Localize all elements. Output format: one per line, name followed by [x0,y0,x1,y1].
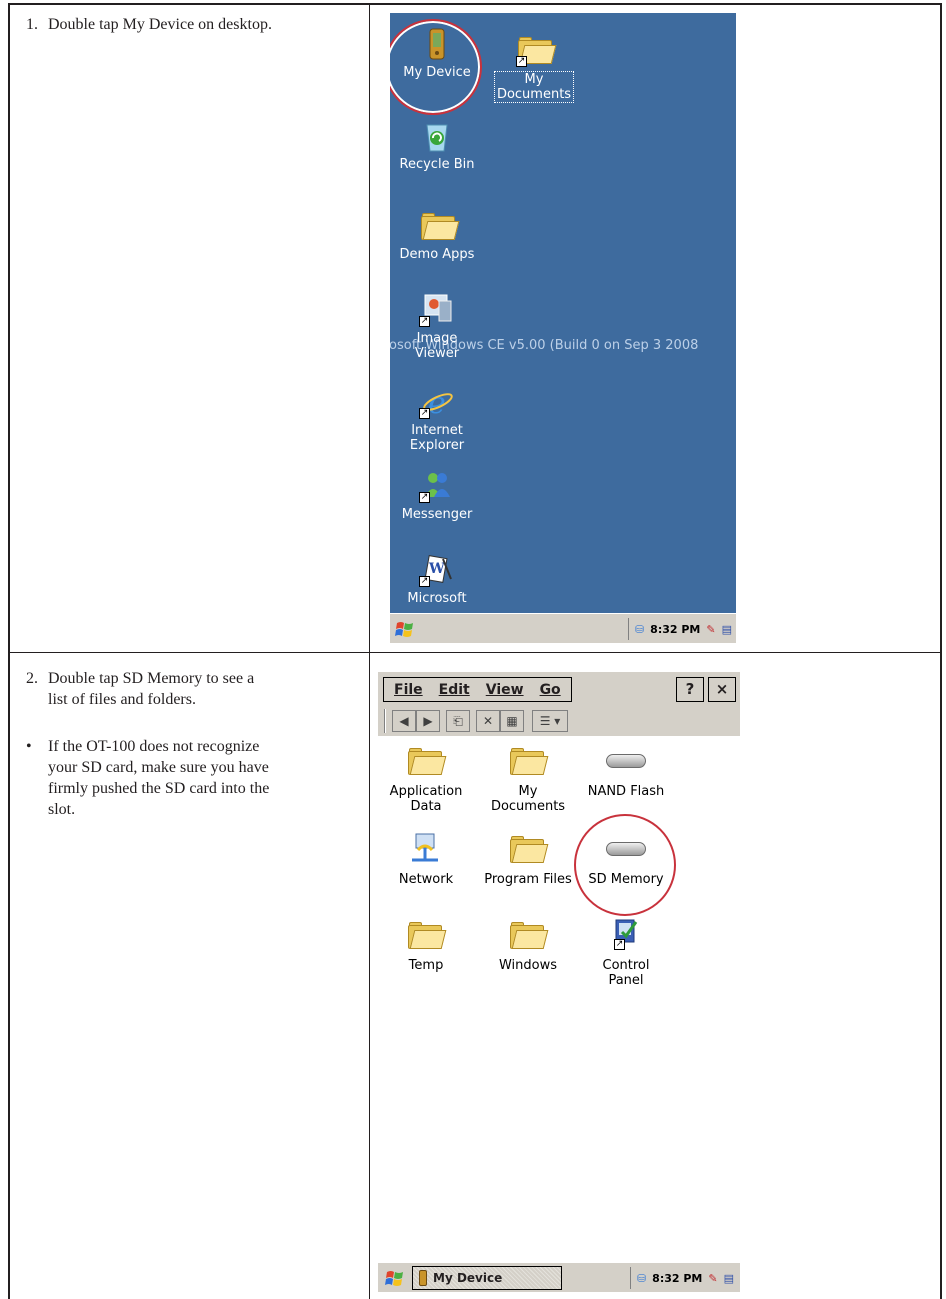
folder-temp[interactable]: Temp [378,918,474,973]
folder-icon [508,918,549,950]
toolbar-grip [384,709,386,733]
close-button[interactable]: × [708,677,736,702]
system-tray: ⛁ 8:32 PM ✎ ▤ [627,617,732,641]
clock[interactable]: 8:32 PM [652,1272,702,1285]
desktop-icon-my-documents[interactable]: ↗ My Documents [489,33,579,103]
properties-button[interactable]: ▦ [500,710,524,732]
messenger-icon: ↗ [419,469,455,503]
folder-icon [406,918,447,950]
taskbar: ⛁ 8:32 PM ✎ ▤ [390,613,736,643]
windows-flag-icon [385,1271,403,1286]
folder-icon [419,209,460,243]
views-button[interactable]: ☰ ▾ [532,710,568,732]
svg-text:e: e [428,386,446,419]
wordpad-icon: W ↗ [419,553,455,587]
network-icon [406,832,446,864]
desktop-switch-icon[interactable]: ▤ [722,623,732,636]
folder-my-documents[interactable]: My Documents [480,744,576,814]
table-border-left [8,3,10,1299]
recycle-bin-icon [419,119,455,153]
folder-icon [508,832,549,864]
desktop-icon-recycle-bin[interactable]: Recycle Bin [392,119,482,172]
network-status-icon[interactable]: ⛁ [635,623,644,636]
table-border-right [940,3,942,1299]
highlight-circle-my-device [390,19,482,115]
input-panel-icon[interactable]: ✎ [708,1272,717,1285]
toolbar: ◀ ▶ ⎗ ✕ ▦ ☰ ▾ [378,706,740,736]
windows-flag-icon [395,622,413,637]
network-status-icon[interactable]: ⛁ [637,1272,646,1285]
network-folder[interactable]: Network [378,832,474,887]
control-panel-icon: ↗ [606,918,646,950]
desktop-icon-messenger[interactable]: ↗ Messenger [392,469,482,522]
menu-file[interactable]: File [394,682,423,698]
table-column-divider [369,3,370,1299]
table-border-top [8,3,942,5]
internet-explorer-icon: e ↗ [419,385,455,421]
system-tray: ⛁ 8:32 PM ✎ ▤ [629,1266,734,1290]
desktop-icon-demo-apps[interactable]: Demo Apps [392,209,482,262]
up-folder-button[interactable]: ⎗ [446,710,470,732]
desktop-screenshot: rosoft Windows CE v5.00 (Build 0 on Sep … [390,13,736,643]
start-button[interactable] [394,618,416,640]
desktop-icon-image-viewer[interactable]: ↗ Image Viewer [392,293,482,361]
image-viewer-icon: ↗ [419,293,455,327]
menu-view[interactable]: View [486,682,524,698]
highlight-circle-sd-memory [574,814,676,916]
pda-icon [419,1270,427,1286]
svg-text:W: W [428,561,445,577]
drive-nand-flash[interactable]: NAND Flash [578,744,674,799]
clock[interactable]: 8:32 PM [650,623,700,636]
folder-windows[interactable]: Windows [480,918,576,973]
folder-shortcut-icon: ↗ [516,33,557,67]
forward-button[interactable]: ▶ [416,710,440,732]
menu-go[interactable]: Go [540,682,561,698]
folder-icon [406,744,447,776]
delete-button[interactable]: ✕ [476,710,500,732]
taskbar: My Device ⛁ 8:32 PM ✎ ▤ [378,1262,740,1292]
desktop-icon-microsoft-wordpad[interactable]: W ↗ Microsoft [392,553,482,606]
step-1-instruction: 1. Double tap My Device on desktop. [26,16,272,33]
folder-application-data[interactable]: Application Data [378,744,474,814]
drive-icon [606,744,646,776]
folder-icon [508,744,549,776]
help-button[interactable]: ? [676,677,704,702]
step-2-instruction: 2. Double tap SD Memory to see a list of … [26,670,255,708]
file-explorer-screenshot: File Edit View Go ? × ◀ ▶ ⎗ ✕ ▦ ☰ ▾ Appl… [378,672,740,1292]
table-row-divider [8,652,942,653]
menu-edit[interactable]: Edit [439,682,470,698]
taskbar-button-my-device[interactable]: My Device [412,1266,562,1290]
start-button[interactable] [384,1267,406,1289]
folder-program-files[interactable]: Program Files [480,832,576,887]
desktop-switch-icon[interactable]: ▤ [724,1272,734,1285]
back-button[interactable]: ◀ [392,710,416,732]
menu-bar: File Edit View Go ? × [378,672,740,706]
sd-card-note: • If the OT-100 does not recognize your S… [26,738,270,818]
input-panel-icon[interactable]: ✎ [706,623,715,636]
desktop-icon-internet-explorer[interactable]: e ↗ Internet Explorer [392,385,482,453]
control-panel-shortcut[interactable]: ↗ Control Panel [578,918,674,988]
menu-group: File Edit View Go [383,677,572,702]
